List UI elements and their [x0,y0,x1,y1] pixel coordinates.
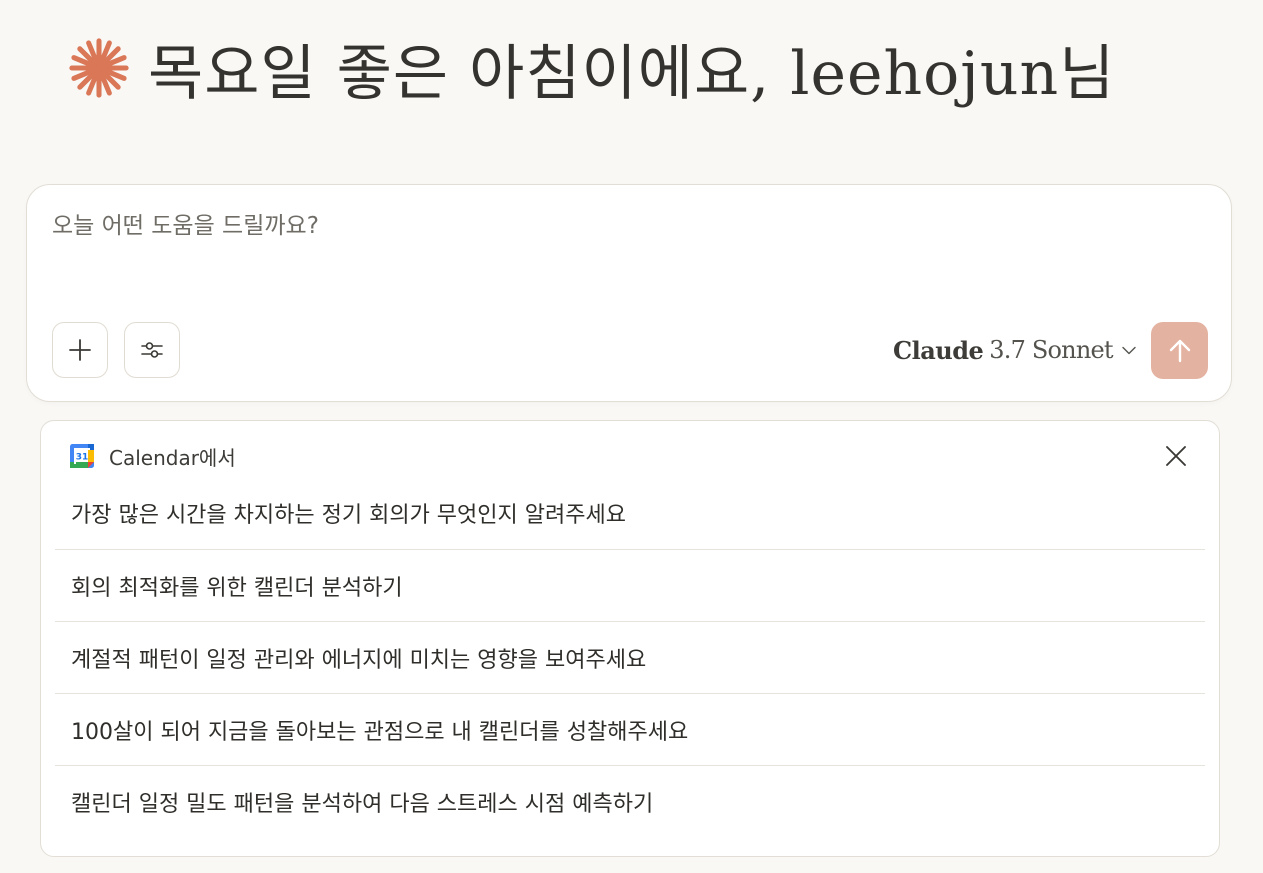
model-version: 3.7 Sonnet [989,336,1113,364]
close-icon [1166,446,1186,466]
sparkle-icon [69,38,129,98]
suggestion-item[interactable]: 회의 최적화를 위한 캘린더 분석하기 [55,549,1205,621]
suggestion-item[interactable]: 캘린더 일정 밀도 패턴을 분석하여 다음 스트레스 시점 예측하기 [55,765,1205,837]
plus-icon [69,339,91,361]
google-calendar-icon: 31 [70,444,94,468]
close-button[interactable] [1161,441,1191,471]
sliders-icon [141,342,163,358]
greeting-title: 목요일 좋은 아침이에요, leehojun님 [148,38,1116,109]
greeting: 목요일 좋은 아침이에요, leehojun님 [68,28,1115,109]
svg-text:31: 31 [76,453,89,463]
model-selector[interactable]: Claude 3.7 Sonnet [893,331,1137,369]
message-composer: Claude 3.7 Sonnet [26,184,1232,402]
chevron-down-icon [1122,346,1136,355]
suggestion-item[interactable]: 가장 많은 시간을 차지하는 정기 회의가 무엇인지 알려주세요 [55,477,1205,549]
calendar-suggestions-panel: 31 Calendar에서 가장 많은 시간을 차지하는 정기 회의가 무엇인지… [40,420,1220,857]
suggestion-item[interactable]: 계절적 패턴이 일정 관리와 에너지에 미치는 영향을 보여주세요 [55,621,1205,693]
send-button[interactable] [1151,322,1208,379]
add-content-button[interactable] [52,322,108,378]
arrow-up-icon [1169,339,1190,362]
model-name: Claude [893,335,984,365]
suggestion-list: 가장 많은 시간을 차지하는 정기 회의가 무엇인지 알려주세요 회의 최적화를… [55,477,1205,837]
options-button[interactable] [124,322,180,378]
source-label: Calendar에서 [109,445,236,470]
prompt-input[interactable] [52,213,1152,239]
suggestion-item[interactable]: 100살이 되어 지금을 돌아보는 관점으로 내 캘린더를 성찰해주세요 [55,693,1205,765]
suggestions-header: 31 Calendar에서 [69,443,236,470]
